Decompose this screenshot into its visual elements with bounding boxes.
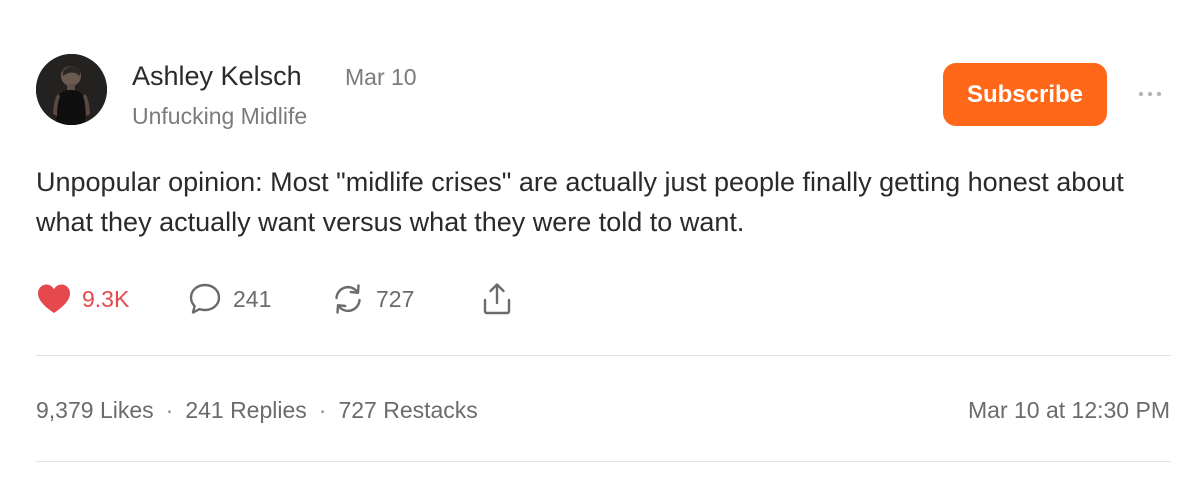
avatar-photo [36, 54, 107, 125]
replies-stat[interactable]: 241 Replies [185, 397, 306, 423]
comment-bubble-icon [189, 283, 221, 314]
post-timestamp: Mar 10 at 12:30 PM [968, 397, 1170, 423]
like-count: 9.3K [82, 286, 130, 312]
author-name[interactable]: Ashley Kelsch [132, 60, 302, 92]
restack-count: 727 [376, 286, 415, 312]
heart-icon [38, 284, 70, 313]
more-options-button[interactable] [1134, 82, 1166, 106]
post-body: Unpopular opinion: Most "midlife crises"… [36, 167, 1124, 237]
share-upload-icon [483, 283, 511, 315]
like-button[interactable]: 9.3K [36, 280, 129, 318]
reply-button[interactable]: 241 [187, 280, 271, 318]
restack-button[interactable]: 727 [330, 280, 414, 318]
ellipsis-icon [1138, 91, 1162, 97]
engagement-stats: 9,379 Likes · 241 Replies · 727 Restacks [36, 395, 478, 425]
divider [36, 461, 1171, 462]
author-avatar[interactable] [36, 54, 107, 125]
publication-name[interactable]: Unfucking Midlife [132, 102, 307, 130]
separator-dot: · [165, 397, 174, 423]
separator-dot: · [318, 397, 327, 423]
share-button[interactable] [480, 280, 514, 318]
subscribe-button[interactable]: Subscribe [943, 63, 1107, 126]
restacks-stat[interactable]: 727 Restacks [338, 397, 477, 423]
likes-stat[interactable]: 9,379 Likes [36, 397, 154, 423]
post-date[interactable]: Mar 10 [345, 63, 417, 91]
restack-arrows-icon [335, 284, 361, 314]
divider [36, 355, 1171, 356]
reply-count: 241 [233, 286, 272, 312]
